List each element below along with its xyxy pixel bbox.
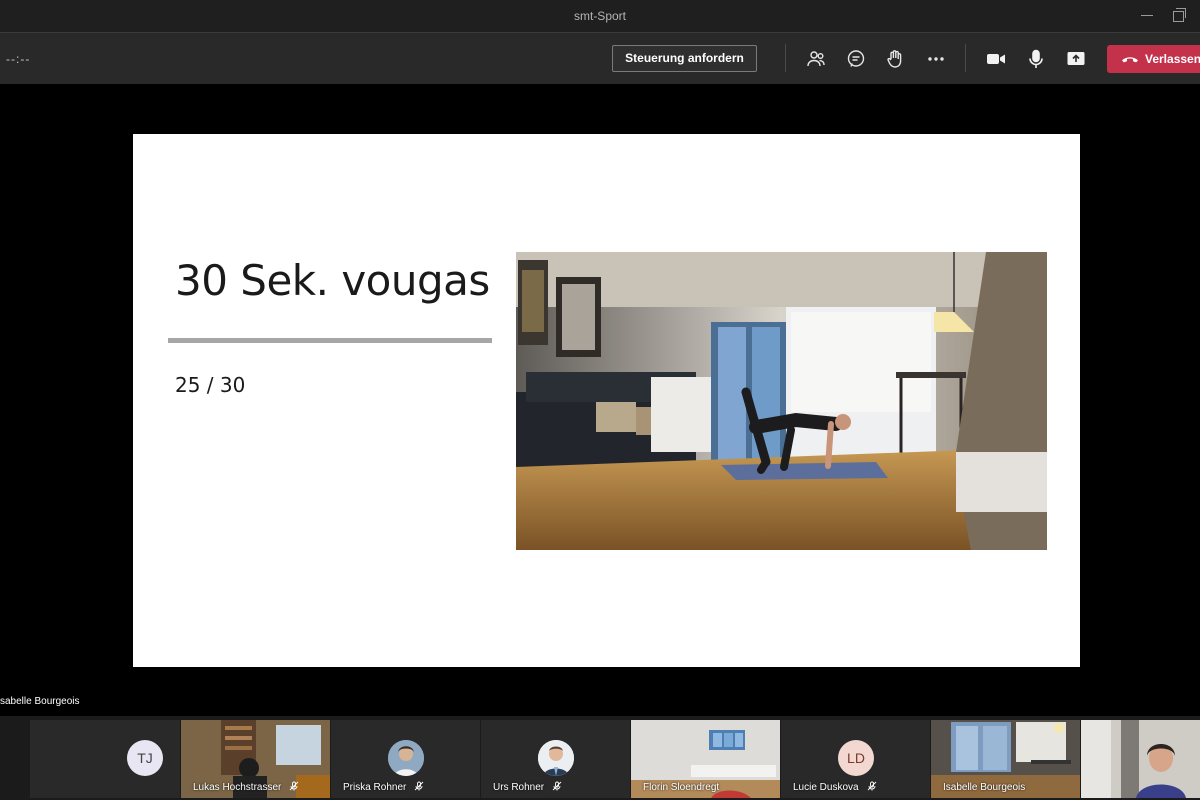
presenter-name: sabelle Bourgeois	[0, 696, 80, 707]
minimize-icon[interactable]	[1140, 8, 1154, 22]
participant-name: Isabelle Bourgeois	[943, 782, 1026, 793]
participant-name: Florin Sloendregt	[643, 782, 720, 793]
exercise-photo	[516, 252, 1047, 550]
avatar: TJ	[127, 740, 163, 776]
mic-off-icon	[415, 781, 424, 791]
meeting-toolbar: --:-- Steuerung anfordern Verlassen	[0, 32, 1200, 84]
chat-icon[interactable]	[845, 48, 867, 70]
shared-slide: 30 Sek. vougas 25 / 30	[133, 134, 1080, 667]
slide-divider	[168, 338, 492, 343]
toolbar-divider	[965, 44, 966, 72]
participant-tile[interactable]: Isabelle Bourgeois	[931, 720, 1080, 798]
window-title-bar: smt-Sport	[0, 0, 1200, 32]
participant-tile[interactable]: TJ	[30, 720, 180, 798]
participant-name: Lukas Hochstrasser	[193, 781, 299, 793]
request-control-button[interactable]: Steuerung anfordern	[612, 45, 757, 72]
more-options-icon[interactable]	[925, 48, 947, 70]
participant-strip: TJ Lukas Hochstrasser Priska Rohner Urs …	[0, 716, 1200, 800]
mic-off-icon	[290, 781, 299, 791]
participants-icon[interactable]	[805, 48, 827, 70]
participant-tile[interactable]: Urs Rohner	[481, 720, 630, 798]
slide-counter: 25 / 30	[175, 373, 246, 397]
avatar: LD	[838, 740, 874, 776]
slide-title: 30 Sek. vougas	[175, 256, 490, 305]
participant-name: Urs Rohner	[493, 781, 562, 793]
microphone-icon[interactable]	[1025, 48, 1047, 70]
participant-name: Priska Rohner	[343, 781, 424, 793]
call-timer: --:--	[6, 52, 31, 66]
restore-window-icon[interactable]	[1172, 8, 1186, 22]
participant-tile[interactable]: Florin Sloendregt	[631, 720, 780, 798]
raise-hand-icon[interactable]	[885, 48, 907, 70]
avatar	[538, 740, 574, 776]
window-title: smt-Sport	[573, 9, 626, 23]
participant-tile[interactable]: Priska Rohner	[331, 720, 480, 798]
participant-tile[interactable]: Lukas Hochstrasser	[181, 720, 330, 798]
toolbar-divider	[785, 44, 786, 72]
leave-label: Verlassen	[1145, 52, 1200, 66]
camera-icon[interactable]	[985, 48, 1007, 70]
participant-tile[interactable]	[1081, 720, 1200, 798]
mic-off-icon	[867, 781, 876, 791]
leave-button[interactable]: Verlassen	[1107, 45, 1200, 73]
avatar	[388, 740, 424, 776]
participant-video	[1081, 720, 1200, 798]
mic-off-icon	[552, 781, 562, 791]
hang-up-icon	[1122, 57, 1138, 63]
share-screen-icon[interactable]	[1065, 48, 1087, 70]
participant-name: Lucie Duskova	[793, 781, 877, 793]
participant-tile[interactable]: LD Lucie Duskova	[781, 720, 930, 798]
